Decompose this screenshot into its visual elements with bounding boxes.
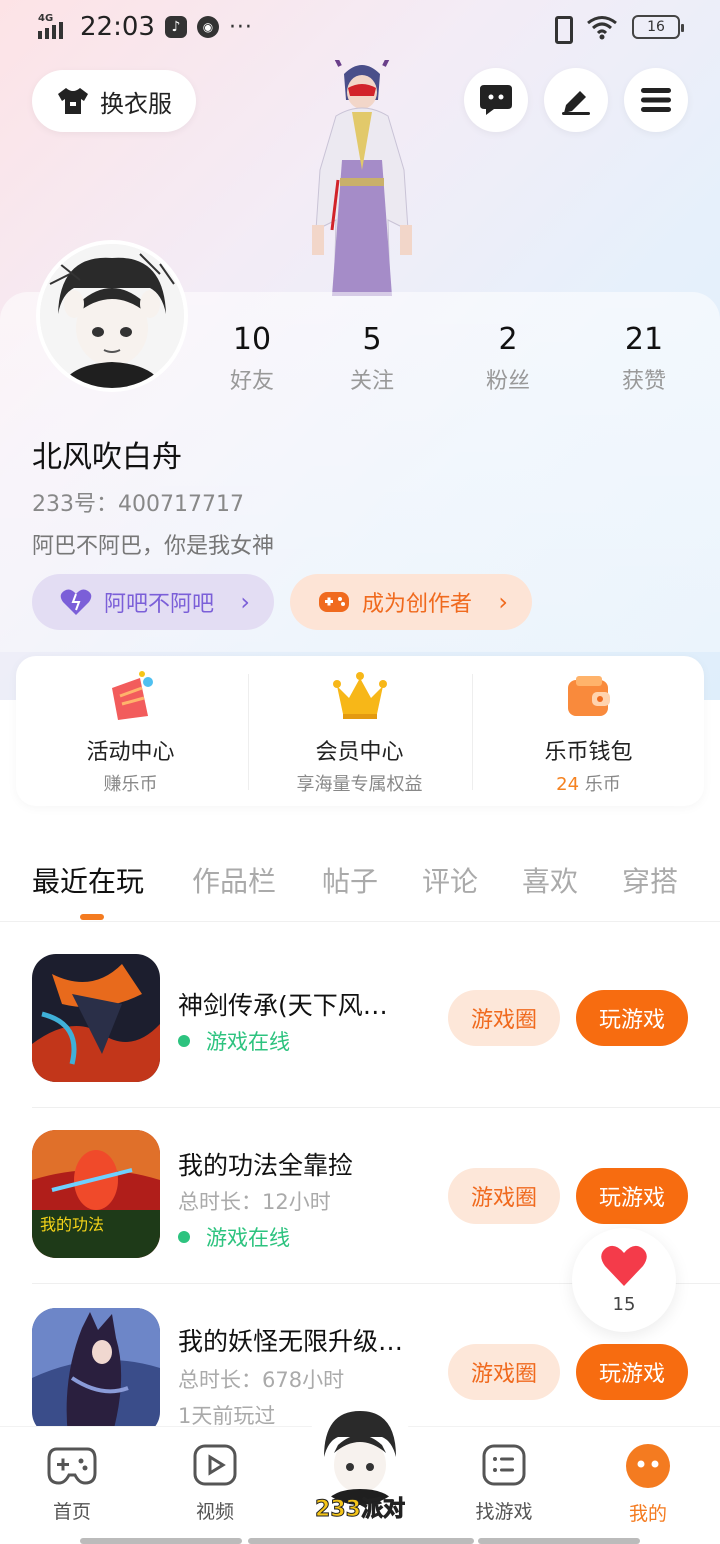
play-game-button[interactable]: 玩游戏 — [576, 990, 688, 1046]
profile-avatar[interactable] — [36, 240, 188, 392]
game-row[interactable]: 神剑传承(天下风… 游戏在线 游戏圈 玩游戏 — [0, 932, 720, 1108]
gamepad-icon — [47, 1447, 97, 1485]
clock: 22:03 — [80, 12, 155, 42]
game-title: 我的功法全靠捡 — [178, 1151, 354, 1180]
gesture-bar — [478, 1538, 640, 1544]
chevron-right-icon: › — [498, 588, 508, 616]
menu-button[interactable] — [624, 68, 688, 132]
avatar-figure[interactable] — [292, 60, 432, 296]
become-creator-label: 成为创作者 — [362, 592, 473, 617]
stat-following[interactable]: 5 关注 — [312, 322, 432, 395]
status-bar: 4G 22:03 ♪ ◉ ··· 16 — [0, 0, 720, 56]
edit-profile-button[interactable] — [544, 68, 608, 132]
profile-tabs: 最近在玩 作品栏 帖子 评论 喜欢 穿搭 — [0, 832, 720, 922]
pen-icon — [562, 91, 590, 115]
menu-icon — [641, 88, 671, 112]
activity-center[interactable]: 活动中心 赚乐币 — [16, 656, 245, 806]
audio-icon: ◉ — [196, 16, 219, 38]
stat-fans[interactable]: 2 粉丝 — [448, 322, 568, 395]
online-status: 游戏在线 — [178, 1222, 290, 1252]
stat-friends[interactable]: 10 好友 — [192, 322, 312, 395]
nav-home[interactable]: 首页 — [17, 1443, 127, 1524]
gamepad-icon — [319, 592, 349, 612]
find-game-icon — [482, 1444, 526, 1486]
tab-indicator — [80, 914, 104, 920]
gesture-bar — [248, 1538, 474, 1544]
tab-works[interactable]: 作品栏 — [192, 860, 276, 900]
wardrobe-button[interactable]: 换衣服 — [32, 70, 196, 132]
like-button[interactable]: 15 — [572, 1228, 676, 1332]
play-game-button[interactable]: 玩游戏 — [576, 1344, 688, 1400]
game-title: 我的妖怪无限升级… — [178, 1327, 404, 1356]
tab-recent-played[interactable]: 最近在玩 — [32, 860, 144, 900]
like-count: 15 — [612, 1294, 636, 1315]
game-icon[interactable] — [32, 954, 160, 1082]
tab-posts[interactable]: 帖子 — [322, 860, 378, 900]
shirt-icon — [58, 88, 88, 114]
nav-find-game[interactable]: 找游戏 — [449, 1443, 559, 1524]
tab-likes[interactable]: 喜欢 — [522, 860, 578, 900]
tag-pill-label: 阿吧不阿吧 — [104, 592, 215, 617]
user-id[interactable]: 233号：400717717 — [32, 486, 244, 518]
activity-icon — [112, 671, 153, 720]
total-playtime: 总时长：678小时 — [178, 1368, 345, 1392]
party-label: 233派对 — [315, 1497, 406, 1523]
nav-party[interactable]: 233派对 — [300, 1397, 420, 1537]
coin-balance: 24 — [556, 774, 580, 795]
nav-video[interactable]: 视频 — [160, 1443, 270, 1524]
video-icon — [193, 1444, 237, 1486]
stat-likes[interactable]: 21 获赞 — [584, 322, 704, 395]
play-game-button[interactable]: 玩游戏 — [576, 1168, 688, 1224]
game-icon[interactable] — [32, 1308, 160, 1436]
more-notifications-icon: ··· — [228, 14, 253, 40]
chat-icon — [480, 85, 512, 115]
chat-button[interactable] — [464, 68, 528, 132]
game-icon[interactable]: 我的功法 — [32, 1130, 160, 1258]
game-circle-button[interactable]: 游戏圈 — [448, 1344, 560, 1400]
bottom-nav: 首页 视频 233派对 找游戏 我的 — [0, 1397, 720, 1544]
become-creator-pill[interactable]: 成为创作者 › — [290, 574, 532, 630]
bio: 阿巴不阿巴，你是我女神 — [32, 534, 275, 559]
divider — [472, 674, 473, 790]
member-center[interactable]: 会员中心 享海量专属权益 — [245, 656, 474, 806]
tab-outfits[interactable]: 穿搭 — [622, 860, 678, 900]
nickname: 北风吹白舟 — [32, 440, 182, 475]
tag-pill[interactable]: 阿吧不阿吧 › — [32, 574, 274, 630]
online-dot-icon — [178, 1035, 190, 1047]
nav-me[interactable]: 我的 — [593, 1443, 703, 1526]
gesture-bar — [80, 1538, 242, 1544]
game-circle-button[interactable]: 游戏圈 — [448, 1168, 560, 1224]
party-avatar — [306, 1397, 414, 1505]
online-dot-icon — [178, 1231, 190, 1243]
profile-stats: 10 好友 5 关注 2 粉丝 21 获赞 — [190, 322, 720, 402]
tab-comments[interactable]: 评论 — [422, 860, 478, 900]
quick-entries-card: 活动中心 赚乐币 会员中心 享海量专属权益 乐币钱包 24 乐币 — [16, 656, 704, 806]
me-icon — [626, 1444, 670, 1488]
chevron-right-icon: › — [240, 588, 250, 616]
total-playtime: 总时长：12小时 — [178, 1190, 331, 1214]
vibrate-icon — [550, 14, 573, 44]
coin-wallet[interactable]: 乐币钱包 24 乐币 — [474, 656, 703, 806]
online-status: 游戏在线 — [178, 1026, 290, 1056]
crown-icon — [333, 672, 387, 719]
wallet-icon — [568, 676, 610, 716]
game-title: 神剑传承(天下风… — [178, 991, 388, 1020]
battery-indicator: 16 — [632, 15, 684, 39]
music-icon: ♪ — [164, 16, 187, 38]
wardrobe-label: 换衣服 — [100, 89, 172, 118]
svg-text:我的功法: 我的功法 — [40, 1215, 104, 1234]
signal-icon: 4G — [38, 13, 70, 41]
game-circle-button[interactable]: 游戏圈 — [448, 990, 560, 1046]
heart-icon — [601, 1245, 647, 1286]
wifi-icon — [587, 16, 617, 40]
heart-icon — [60, 589, 92, 615]
